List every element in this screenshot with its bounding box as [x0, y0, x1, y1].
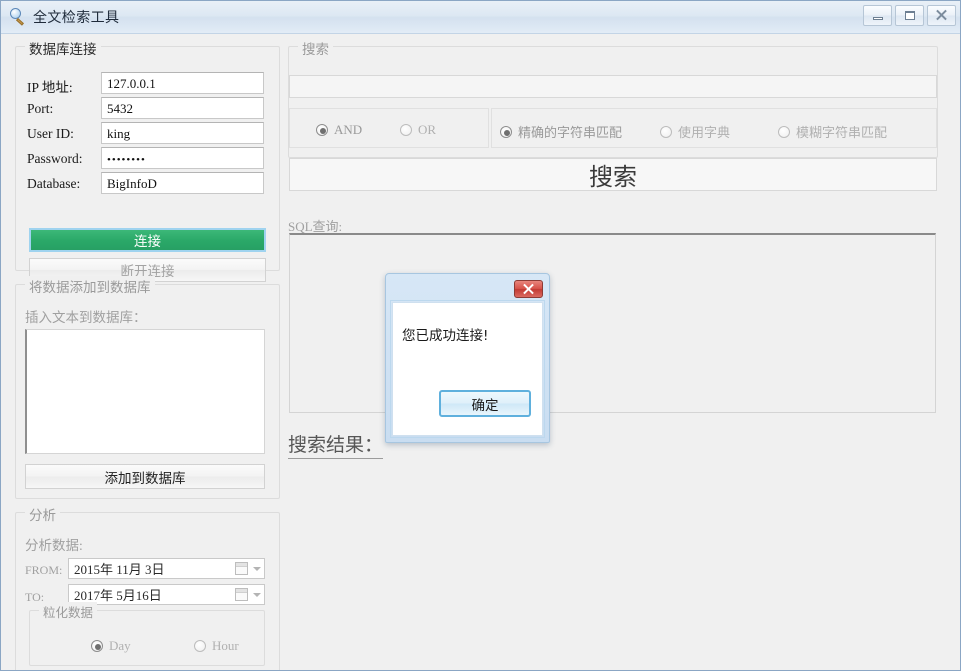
password-input[interactable]: •••••••• — [101, 147, 264, 169]
db-connection-legend: 数据库连接 — [25, 38, 101, 58]
password-label: Password: — [27, 151, 83, 167]
radio-dot-icon — [660, 126, 672, 138]
radio-dot-icon — [91, 640, 103, 652]
userid-label: User ID: — [27, 126, 74, 142]
radio-dot-icon — [500, 126, 512, 138]
add-data-legend: 将数据添加到数据库 — [25, 276, 155, 296]
insert-text-textarea[interactable] — [25, 329, 265, 454]
ip-label: IP 地址: — [27, 76, 73, 96]
database-input[interactable]: BigInfoD — [101, 172, 264, 194]
database-label: Database: — [27, 176, 80, 192]
ip-input[interactable]: 127.0.0.1 — [101, 72, 264, 94]
dialog-titlebar — [390, 277, 545, 301]
search-group: 搜索 AND OR 精确的字符串匹配 — [288, 46, 938, 158]
match-dictionary-label: 使用字典 — [678, 122, 730, 141]
dialog-message: 您已成功连接! — [402, 324, 488, 344]
granularity-legend: 粒化数据 — [39, 602, 97, 621]
close-button[interactable] — [927, 5, 956, 26]
application-window: 全文检索工具 数据库连接 IP 地址: 127.0.0.1 Port: 5432… — [0, 0, 961, 671]
radio-dot-icon — [194, 640, 206, 652]
chevron-down-icon[interactable] — [250, 585, 264, 604]
radio-dot-icon — [316, 124, 328, 136]
userid-input[interactable]: king — [101, 122, 264, 144]
window-controls — [863, 5, 956, 26]
from-date-picker[interactable]: 2015年 11月 3日 — [68, 558, 265, 579]
granularity-group: 粒化数据 Day Hour — [29, 610, 265, 666]
granularity-radio-day[interactable]: Day — [91, 638, 131, 654]
dialog-ok-button[interactable]: 确定 — [439, 390, 531, 417]
search-query-input[interactable] — [289, 75, 937, 98]
maximize-button[interactable] — [895, 5, 924, 26]
close-icon — [523, 284, 534, 295]
granularity-hour-label: Hour — [212, 638, 239, 654]
match-radio-dictionary[interactable]: 使用字典 — [660, 122, 730, 141]
from-date-value: 2015年 11月 3日 — [69, 559, 235, 578]
radio-dot-icon — [400, 124, 412, 136]
radio-dot-icon — [778, 126, 790, 138]
chevron-down-icon[interactable] — [250, 559, 264, 578]
match-fuzzy-label: 模糊字符串匹配 — [796, 122, 887, 141]
calendar-icon — [235, 588, 248, 601]
client-area: 数据库连接 IP 地址: 127.0.0.1 Port: 5432 User I… — [1, 34, 960, 671]
granularity-radio-hour[interactable]: Hour — [194, 638, 239, 654]
magnifier-icon — [9, 8, 27, 26]
port-input[interactable]: 5432 — [101, 97, 264, 119]
analysis-legend: 分析 — [25, 504, 60, 524]
match-radio-fuzzy[interactable]: 模糊字符串匹配 — [778, 122, 887, 141]
match-radio-exact[interactable]: 精确的字符串匹配 — [500, 122, 622, 141]
to-date-picker[interactable]: 2017年 5月16日 — [68, 584, 265, 605]
logic-radio-or[interactable]: OR — [400, 122, 436, 138]
analysis-data-label: 分析数据: — [25, 534, 83, 554]
window-title: 全文检索工具 — [33, 7, 119, 27]
logic-options-panel: AND OR — [289, 108, 489, 148]
db-connection-group: 数据库连接 IP 地址: 127.0.0.1 Port: 5432 User I… — [15, 46, 280, 271]
port-label: Port: — [27, 101, 53, 117]
calendar-icon — [235, 562, 248, 575]
search-results-label: 搜索结果： — [288, 430, 383, 459]
match-exact-label: 精确的字符串匹配 — [518, 122, 622, 141]
match-options-panel: 精确的字符串匹配 使用字典 模糊字符串匹配 — [491, 108, 937, 148]
from-label: FROM: — [25, 563, 62, 578]
dialog-close-button[interactable] — [514, 280, 543, 298]
add-to-database-button[interactable]: 添加到数据库 — [25, 464, 265, 489]
window-titlebar: 全文检索工具 — [1, 1, 960, 34]
connect-button[interactable]: 连接 — [29, 228, 266, 252]
search-legend: 搜索 — [298, 38, 333, 58]
search-button[interactable]: 搜索 — [289, 158, 937, 191]
add-data-group: 将数据添加到数据库 插入文本到数据库： 添加到数据库 — [15, 284, 280, 499]
logic-and-label: AND — [334, 122, 362, 138]
insert-text-label: 插入文本到数据库： — [25, 306, 147, 326]
analysis-group: 分析 分析数据: FROM: 2015年 11月 3日 TO: 2017年 5月… — [15, 512, 280, 671]
logic-radio-and[interactable]: AND — [316, 122, 362, 138]
granularity-day-label: Day — [109, 638, 131, 654]
connection-success-dialog: 您已成功连接! 确定 — [385, 273, 550, 443]
logic-or-label: OR — [418, 122, 436, 138]
minimize-button[interactable] — [863, 5, 892, 26]
